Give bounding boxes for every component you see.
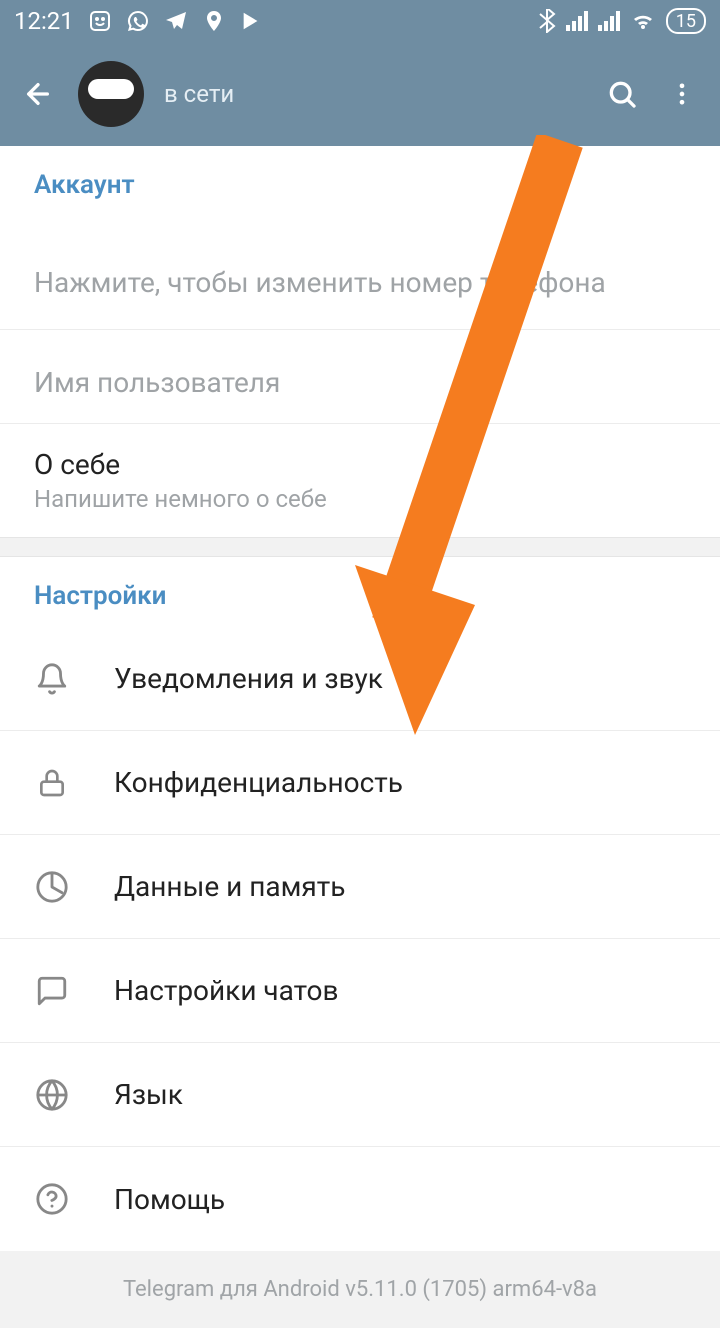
avatar[interactable] [78, 61, 144, 127]
phone-hint: Нажмите, чтобы изменить номер телефона [34, 266, 686, 299]
settings-label: Язык [114, 1078, 183, 1111]
settings-item-language[interactable]: Язык [0, 1043, 720, 1147]
signal-icon-1 [566, 11, 588, 31]
bluetooth-icon [538, 9, 556, 33]
settings-list: Уведомления и звук Конфиденциальность Да… [0, 627, 720, 1251]
settings-header: Настройки [0, 557, 720, 627]
phone-row[interactable]: Нажмите, чтобы изменить номер телефона [0, 216, 720, 330]
status-right: 15 [538, 8, 706, 34]
settings-item-data[interactable]: Данные и память [0, 835, 720, 939]
settings-item-help[interactable]: Помощь [0, 1147, 720, 1251]
username-row[interactable]: Имя пользователя [0, 330, 720, 424]
app-bar: в сети [0, 42, 720, 146]
telegram-icon [164, 9, 188, 33]
status-time: 12:21 [14, 7, 74, 35]
settings-label: Настройки чатов [114, 974, 339, 1007]
settings-section: Настройки Уведомления и звук Конфиденциа… [0, 557, 720, 1251]
settings-label: Конфиденциальность [114, 766, 403, 799]
overflow-menu-button[interactable] [662, 74, 702, 114]
settings-item-notifications[interactable]: Уведомления и звук [0, 627, 720, 731]
play-icon [240, 10, 262, 32]
lock-icon [34, 765, 70, 801]
section-divider [0, 537, 720, 557]
account-section: Аккаунт Нажмите, чтобы изменить номер те… [0, 146, 720, 537]
about-row[interactable]: О себе Напишите немного о себе [0, 424, 720, 537]
account-header: Аккаунт [0, 146, 720, 216]
help-icon [34, 1181, 70, 1217]
android-status-bar: 12:21 15 [0, 0, 720, 42]
user-status: в сети [164, 80, 582, 108]
battery-indicator: 15 [666, 8, 706, 34]
data-icon [34, 869, 70, 905]
maps-icon [202, 9, 226, 33]
status-left: 12:21 [14, 7, 262, 35]
chat-icon [34, 973, 70, 1009]
more-vert-icon [668, 80, 696, 108]
settings-label: Помощь [114, 1183, 225, 1216]
username-label: Имя пользователя [34, 366, 686, 399]
version-footer: Telegram для Android v5.11.0 (1705) arm6… [0, 1251, 720, 1328]
search-icon [606, 78, 638, 110]
globe-icon [34, 1077, 70, 1113]
settings-item-chats[interactable]: Настройки чатов [0, 939, 720, 1043]
wifi-icon [630, 11, 656, 31]
about-hint: Напишите немного о себе [34, 485, 686, 513]
smile-icon [88, 9, 112, 33]
settings-label: Данные и память [114, 870, 345, 903]
back-button[interactable] [18, 74, 58, 114]
whatsapp-icon [126, 9, 150, 33]
settings-item-privacy[interactable]: Конфиденциальность [0, 731, 720, 835]
settings-label: Уведомления и звук [114, 662, 383, 695]
search-button[interactable] [602, 74, 642, 114]
bell-icon [34, 661, 70, 697]
version-text: Telegram для Android v5.11.0 (1705) arm6… [0, 1277, 720, 1302]
about-title: О себе [34, 448, 686, 481]
signal-icon-2 [598, 11, 620, 31]
user-info: в сети [164, 80, 582, 108]
